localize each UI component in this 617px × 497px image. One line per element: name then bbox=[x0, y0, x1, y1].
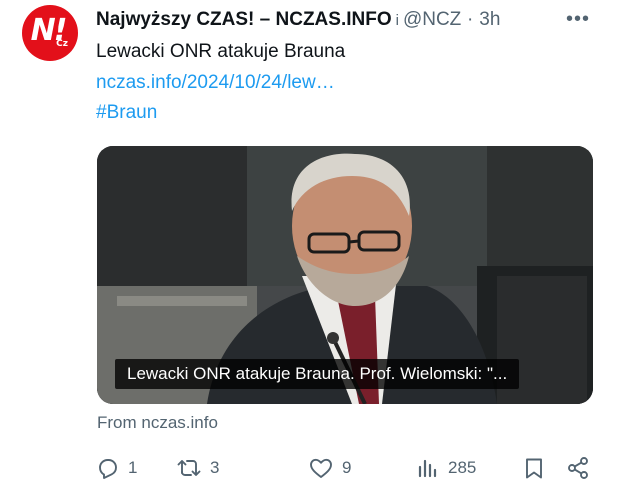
media-caption: Lewacki ONR atakuje Brauna. Prof. Wielom… bbox=[115, 359, 520, 389]
tweet-link[interactable]: nczas.info/2024/10/24/lew… bbox=[96, 71, 335, 95]
tweet-actions-bar: 1 3 9 285 bbox=[96, 452, 596, 484]
separator-dot: · bbox=[466, 9, 474, 30]
share-icon bbox=[566, 456, 590, 480]
more-options-icon[interactable]: ••• bbox=[566, 8, 590, 31]
author-name[interactable]: Najwyższy CZAS! – NCZAS.INFO bbox=[96, 9, 392, 31]
reply-button[interactable]: 1 bbox=[96, 452, 137, 484]
author-handle[interactable]: @NCZ bbox=[403, 9, 463, 31]
tweet-text: Lewacki ONR atakuje Brauna bbox=[96, 41, 346, 62]
bookmark-icon bbox=[522, 456, 546, 480]
tweet-header: Najwyższy CZAS! – NCZAS.INFO i @NCZ · 3h bbox=[96, 8, 500, 32]
views-count: 285 bbox=[448, 458, 477, 477]
share-button[interactable] bbox=[566, 452, 590, 484]
views-icon bbox=[416, 456, 440, 480]
like-count: 9 bbox=[342, 458, 352, 477]
views-button[interactable]: 285 bbox=[416, 452, 476, 484]
reply-count: 1 bbox=[128, 458, 138, 477]
link-source[interactable]: From nczas.info bbox=[97, 413, 218, 433]
like-icon bbox=[308, 456, 334, 480]
reply-icon bbox=[96, 456, 120, 480]
bookmark-button[interactable] bbox=[522, 452, 546, 484]
repost-icon bbox=[176, 456, 202, 480]
repost-count: 3 bbox=[210, 458, 220, 477]
affiliate-badge-icon: i bbox=[395, 11, 399, 29]
avatar-logo-subtext: Cz bbox=[56, 39, 68, 49]
link-card-media[interactable]: Lewacki ONR atakuje Brauna. Prof. Wielom… bbox=[97, 146, 593, 404]
repost-button[interactable]: 3 bbox=[176, 452, 219, 484]
tweet-hashtag[interactable]: #Braun bbox=[96, 101, 157, 125]
tweet-timestamp[interactable]: 3h bbox=[479, 9, 500, 31]
like-button[interactable]: 9 bbox=[308, 452, 351, 484]
avatar[interactable]: N! Cz bbox=[22, 5, 78, 61]
